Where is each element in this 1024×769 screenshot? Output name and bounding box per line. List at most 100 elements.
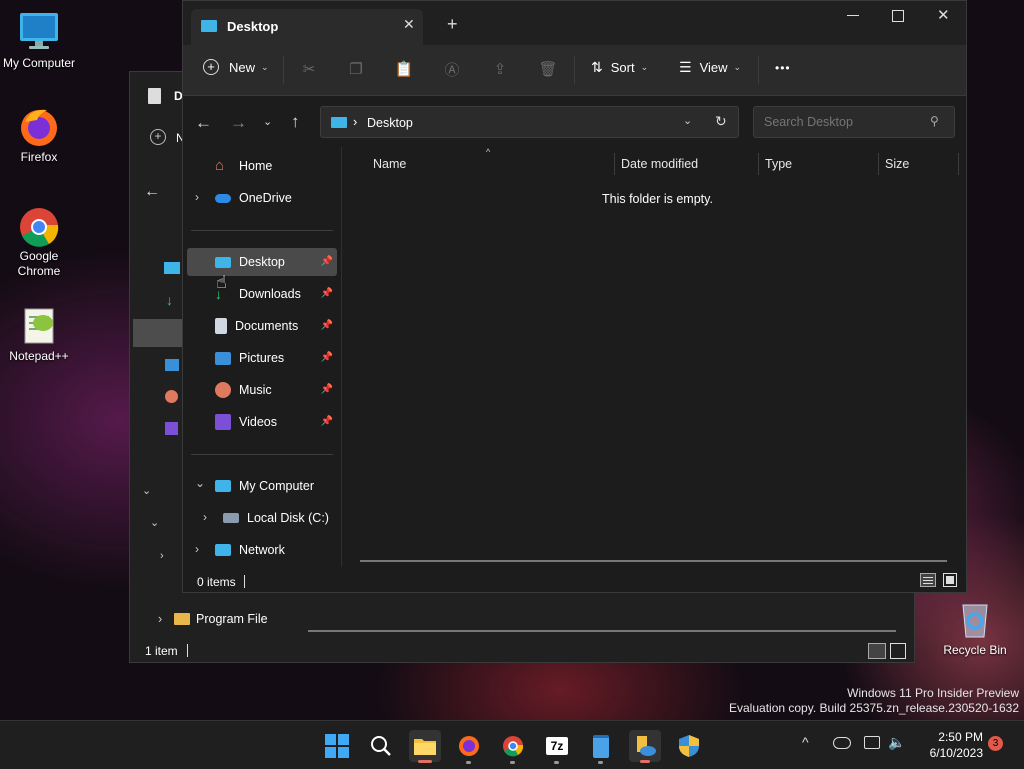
taskbar-search-icon[interactable] (365, 730, 397, 762)
nav-onedrive[interactable]: › OneDrive (187, 184, 337, 212)
nav-forward-icon[interactable]: → (230, 113, 247, 133)
tiles-view-icon[interactable] (943, 573, 957, 587)
share-icon[interactable]: ⇪ (490, 57, 510, 81)
nav-music[interactable]: Music 📌 (187, 376, 337, 404)
nav-back-icon[interactable]: ← (195, 113, 212, 133)
pin-icon[interactable]: 📌 (321, 384, 333, 395)
nav-downloads[interactable]: ↓ Downloads 📌 (187, 280, 337, 308)
tab-desktop[interactable]: Desktop ✕ (191, 9, 423, 45)
network-status-icon[interactable] (864, 736, 880, 749)
column-header-name[interactable]: Name (373, 147, 406, 181)
pin-icon[interactable]: 📌 (321, 320, 333, 331)
view-button[interactable]: ☰ View ⌄ (679, 59, 741, 76)
back-scrollbar[interactable] (308, 630, 896, 632)
chevron-down-icon: ⌄ (261, 61, 269, 72)
back-arrow-icon[interactable]: ← (144, 183, 160, 201)
back-tree-item-program-files[interactable]: › Program File (158, 612, 268, 626)
refresh-icon[interactable]: ↻ (715, 113, 727, 130)
nav-pictures[interactable]: Pictures 📌 (187, 344, 337, 372)
column-divider[interactable] (614, 153, 615, 175)
taskbar-security-shield-icon[interactable] (673, 730, 705, 762)
back-tiles-view-icon[interactable] (890, 643, 906, 659)
back-chevron-icon-2[interactable]: ⌄ (150, 516, 159, 529)
close-tab-icon[interactable]: ✕ (403, 16, 415, 33)
desktop-icon-notepadpp[interactable]: Notepad++ (1, 303, 77, 364)
search-box[interactable]: ⚲ (753, 106, 955, 138)
copy-icon[interactable]: ❐ (346, 57, 366, 81)
back-sidebar-desktop-icon (164, 262, 180, 274)
nav-documents[interactable]: Documents 📌 (187, 312, 337, 340)
file-list[interactable]: Name ^ Date modified Type Size This fold… (343, 147, 961, 567)
volume-icon[interactable]: 🔈 (888, 734, 905, 751)
nav-home[interactable]: ⌂ Home (187, 152, 337, 180)
pin-icon[interactable]: 📌 (321, 288, 333, 299)
nav-desktop[interactable]: Desktop 📌 (187, 248, 337, 276)
nav-divider (191, 230, 333, 231)
more-options-icon[interactable]: ••• (775, 61, 791, 75)
recent-locations-icon[interactable]: ⌄ (263, 115, 272, 128)
back-chevron-icon[interactable]: ⌄ (142, 484, 151, 497)
toolbar-divider (283, 56, 284, 84)
toolbar-divider (758, 56, 759, 84)
desktop-icon-chrome[interactable]: Google Chrome (1, 203, 77, 279)
maximize-icon[interactable] (892, 10, 904, 22)
desktop-icon-recycle-bin[interactable]: Recycle Bin (937, 597, 1013, 658)
nav-network[interactable]: › Network (187, 536, 337, 564)
sort-icon: ⇅ (591, 59, 603, 75)
show-hidden-icons-chevron[interactable]: ^ (802, 734, 809, 750)
nav-local-disk[interactable]: › Local Disk (C:) (187, 504, 337, 532)
column-divider[interactable] (758, 153, 759, 175)
new-tab-icon[interactable]: + (447, 14, 458, 35)
taskbar-notepad-icon[interactable] (585, 730, 617, 762)
details-view-icon[interactable] (920, 573, 936, 587)
column-header-date-modified[interactable]: Date modified (621, 147, 698, 181)
desktop-icon-my-computer[interactable]: My Computer (1, 10, 77, 71)
watermark: Windows 11 Pro Insider Preview Evaluatio… (729, 686, 1019, 715)
column-header-type[interactable]: Type (765, 147, 792, 181)
column-divider[interactable] (958, 153, 959, 175)
running-indicator (598, 761, 603, 764)
taskbar-7zip-icon[interactable]: 7z (541, 730, 573, 762)
sort-button[interactable]: ⇅ Sort ⌄ (591, 59, 648, 76)
active-indicator (640, 760, 650, 763)
desktop-icon-firefox[interactable]: Firefox (1, 104, 77, 165)
address-bar[interactable]: › Desktop ⌄ (320, 106, 739, 138)
pin-icon[interactable]: 📌 (321, 416, 333, 427)
back-status-text: 1 item (145, 644, 178, 658)
notification-badge[interactable]: 3 (988, 736, 1003, 751)
clock[interactable]: 2:50 PM 6/10/2023 (915, 729, 983, 761)
delete-icon[interactable]: 🗑 (538, 57, 558, 81)
paste-icon[interactable]: 📋 (394, 57, 414, 81)
path-segment-desktop[interactable]: Desktop (367, 116, 413, 130)
horizontal-scrollbar[interactable] (360, 560, 947, 562)
onedrive-offline-icon[interactable] (833, 737, 851, 749)
close-window-icon[interactable]: ✕ (937, 6, 950, 24)
taskbar-chrome-icon[interactable] (497, 730, 529, 762)
taskbar-explorer-window-icon[interactable] (629, 730, 661, 762)
pin-icon[interactable]: 📌 (321, 352, 333, 363)
start-button[interactable] (321, 730, 353, 762)
view-lines-icon: ☰ (679, 59, 692, 75)
column-divider[interactable] (878, 153, 879, 175)
chevron-right-icon: › (195, 190, 199, 204)
back-chevron-right-icon[interactable]: › (160, 550, 164, 562)
nav-videos[interactable]: Videos 📌 (187, 408, 337, 436)
new-button[interactable]: + New ⌄ (203, 59, 269, 75)
explorer-window[interactable]: Desktop ✕ + ✕ + New ⌄ ✂ ❐ 📋 Ⓐ ⇪ 🗑 ⇅ Sort… (182, 0, 967, 593)
nav-pane-splitter[interactable] (341, 147, 342, 567)
date-text: 6/10/2023 (929, 746, 983, 760)
search-input[interactable] (762, 114, 926, 130)
address-dropdown-icon[interactable]: ⌄ (683, 114, 692, 127)
nav-up-icon[interactable]: ↑ (291, 112, 300, 132)
taskbar-firefox-icon[interactable] (453, 730, 485, 762)
cut-icon[interactable]: ✂ (299, 57, 319, 81)
minimize-icon[interactable] (847, 15, 859, 16)
taskbar-file-explorer-icon[interactable] (409, 730, 441, 762)
nav-my-computer[interactable]: ⌄ My Computer (187, 472, 337, 500)
rename-icon[interactable]: Ⓐ (442, 57, 462, 81)
status-cursor (244, 575, 245, 588)
column-header-size[interactable]: Size (885, 147, 909, 181)
pin-icon[interactable]: 📌 (321, 256, 333, 267)
back-details-view-icon[interactable] (868, 643, 886, 659)
notepadpp-icon (17, 303, 61, 347)
